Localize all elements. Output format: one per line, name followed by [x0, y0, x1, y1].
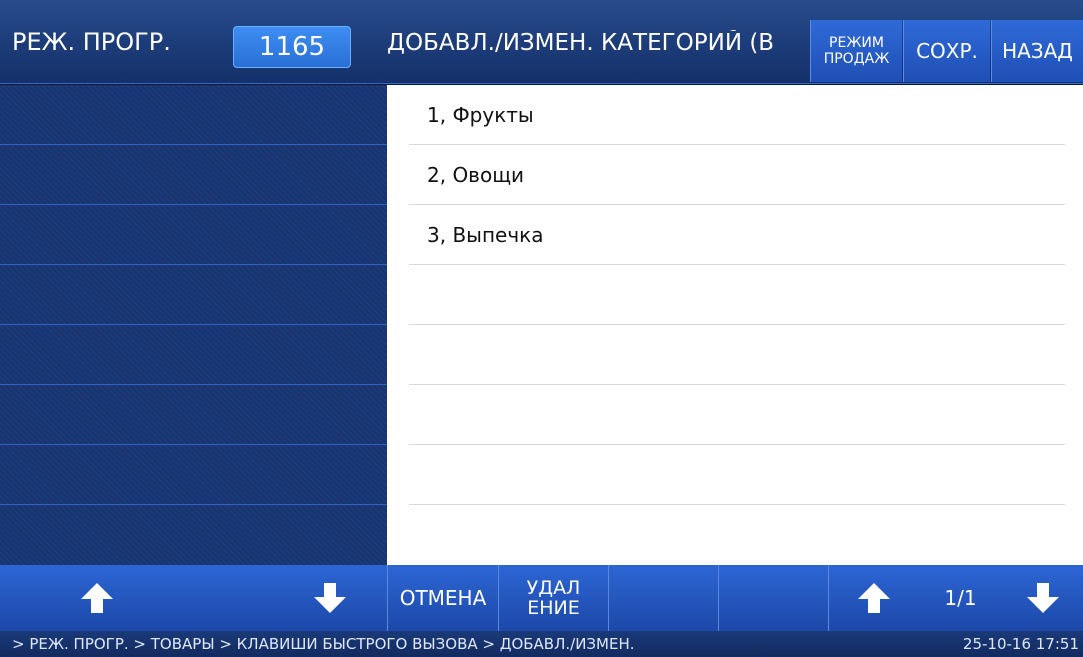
- bottom-toolbar: ОТМЕНА УДАЛ ЕНИЕ 1/1: [0, 565, 1083, 631]
- list-item[interactable]: [409, 505, 1065, 565]
- delete-button[interactable]: УДАЛ ЕНИЕ: [498, 565, 608, 631]
- arrow-up-icon: [80, 583, 113, 613]
- scroll-down-button[interactable]: [193, 565, 387, 631]
- left-panel-row: [0, 505, 387, 565]
- left-panel-row: [0, 265, 387, 325]
- scroll-up-button[interactable]: [0, 565, 193, 631]
- sale-mode-button[interactable]: РЕЖИМ ПРОДАЖ: [810, 20, 902, 82]
- empty-function-button[interactable]: [718, 565, 828, 631]
- screen-title: ДОБАВЛ./ИЗМЕН. КАТЕГОРИЙ (В: [387, 30, 775, 56]
- left-panel: [0, 85, 387, 565]
- list-item[interactable]: [409, 325, 1065, 385]
- left-panel-row: [0, 85, 387, 145]
- sale-mode-label-line1: РЕЖИМ: [829, 35, 884, 51]
- left-panel-row: [0, 445, 387, 505]
- arrow-down-icon: [314, 583, 346, 613]
- list-item[interactable]: 1, Фрукты: [409, 85, 1065, 145]
- list-item[interactable]: 2, Овощи: [409, 145, 1065, 205]
- left-panel-row: [0, 145, 387, 205]
- category-list: 1, Фрукты 2, Овощи 3, Выпечка: [387, 85, 1083, 565]
- list-item[interactable]: 3, Выпечка: [409, 205, 1065, 265]
- arrow-down-icon: [1027, 583, 1059, 613]
- save-button[interactable]: СОХР.: [903, 20, 990, 82]
- header-bar: РЕЖ. ПРОГР. 1165 ДОБАВЛ./ИЗМЕН. КАТЕГОРИ…: [0, 0, 1083, 84]
- breadcrumb: > РЕЖ. ПРОГР. > ТОВАРЫ > КЛАВИШИ БЫСТРОГ…: [12, 635, 635, 653]
- delete-label-line2: ЕНИЕ: [527, 597, 580, 619]
- program-code-field[interactable]: 1165: [233, 26, 351, 68]
- list-item[interactable]: [409, 385, 1065, 445]
- datetime: 25-10-16 17:51: [962, 635, 1079, 653]
- page-up-button[interactable]: [828, 565, 918, 631]
- list-item[interactable]: [409, 445, 1065, 505]
- arrow-up-icon: [857, 583, 890, 613]
- status-bar: > РЕЖ. ПРОГР. > ТОВАРЫ > КЛАВИШИ БЫСТРОГ…: [0, 631, 1083, 657]
- back-button[interactable]: НАЗАД: [991, 20, 1083, 82]
- cancel-label: ОТМЕНА: [399, 586, 487, 610]
- page-indicator: 1/1: [918, 565, 1003, 631]
- left-panel-row: [0, 205, 387, 265]
- cancel-button[interactable]: ОТМЕНА: [387, 565, 498, 631]
- empty-function-button[interactable]: [608, 565, 718, 631]
- page-indicator-label: 1/1: [944, 586, 977, 610]
- left-panel-row: [0, 385, 387, 445]
- page-down-button[interactable]: [1003, 565, 1083, 631]
- left-panel-row: [0, 325, 387, 385]
- sale-mode-label-line2: ПРОДАЖ: [823, 51, 890, 67]
- list-item[interactable]: [409, 265, 1065, 325]
- mode-label: РЕЖ. ПРОГР.: [12, 28, 171, 56]
- delete-label-line1: УДАЛ: [526, 577, 581, 599]
